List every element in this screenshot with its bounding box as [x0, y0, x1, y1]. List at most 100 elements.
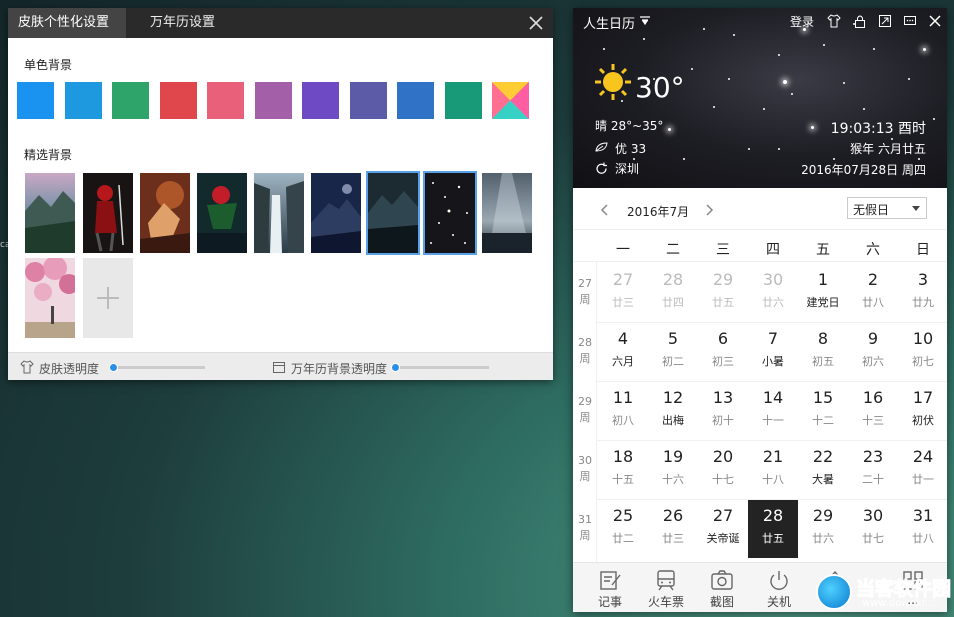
day-cell[interactable]: 7 小暑 — [748, 323, 798, 381]
tab-calendar-settings[interactable]: 万年历设置 — [140, 8, 225, 38]
close-icon[interactable] — [928, 14, 942, 28]
day-number: 8 — [817, 329, 829, 348]
chevron-left-icon[interactable] — [597, 202, 613, 218]
day-cell[interactable]: 26 廿三 — [648, 500, 698, 558]
day-cell[interactable]: 12 出梅 — [648, 382, 698, 440]
day-cell[interactable]: 24 廿一 — [898, 441, 947, 499]
shutdown-button[interactable]: 关机 — [754, 567, 804, 611]
day-cell[interactable]: 1 建党日 — [798, 264, 848, 322]
day-cell[interactable]: 10 初七 — [898, 323, 947, 381]
train-icon — [657, 570, 675, 591]
month-label[interactable]: 2016年7月 — [627, 203, 689, 220]
day-cell[interactable]: 9 初六 — [848, 323, 898, 381]
add-background-button[interactable] — [83, 258, 133, 338]
bg-thumb-waterfall[interactable] — [254, 173, 304, 253]
skin-shirt-icon[interactable] — [827, 14, 841, 28]
day-cell[interactable]: 21 十八 — [748, 441, 798, 499]
bg-thumb-dark-mountain[interactable] — [366, 171, 420, 255]
swatch-multicolor[interactable] — [492, 82, 529, 119]
day-cell[interactable]: 31 廿八 — [898, 500, 947, 558]
day-cell[interactable]: 18 十五 — [598, 441, 648, 499]
power-icon — [770, 571, 788, 590]
calendar-opacity-slider[interactable] — [391, 363, 489, 372]
color-swatch[interactable] — [64, 82, 102, 119]
holiday-select[interactable]: 无假日 — [847, 197, 927, 219]
bg-thumb-ninja[interactable] — [83, 173, 133, 253]
color-swatch[interactable] — [444, 82, 482, 119]
day-cell[interactable]: 30 廿七 — [848, 500, 898, 558]
lock-icon[interactable] — [853, 14, 867, 28]
tab-skin-settings[interactable]: 皮肤个性化设置 — [8, 8, 126, 38]
day-cell[interactable]: 8 初五 — [798, 323, 848, 381]
calendar-opacity-label: 万年历背景透明度 — [291, 362, 388, 376]
bg-thumb-mountain-lake[interactable] — [25, 173, 75, 253]
day-cell[interactable]: 28 廿四 — [648, 264, 698, 322]
day-cell[interactable]: 29 廿六 — [798, 500, 848, 558]
tool-label: 火车票 — [647, 595, 684, 609]
day-cell[interactable]: 4 六月 — [598, 323, 648, 381]
holiday-select-value: 无假日 — [853, 203, 890, 217]
tool-label: 记事 — [597, 595, 622, 609]
day-cell[interactable]: 20 十七 — [698, 441, 748, 499]
day-cell[interactable]: 25 廿二 — [598, 500, 648, 558]
bg-thumb-night-rock[interactable] — [311, 173, 361, 253]
bg-thumb-warrior[interactable] — [140, 173, 190, 253]
bg-thumb-sea-light[interactable] — [482, 173, 532, 253]
lunar-day: 关帝诞 — [706, 532, 740, 545]
skin-opacity-slider[interactable] — [109, 363, 205, 372]
color-swatch[interactable] — [207, 82, 244, 119]
day-cell[interactable]: 17 初伏 — [898, 382, 947, 440]
day-cell[interactable]: 13 初十 — [698, 382, 748, 440]
color-swatch[interactable] — [112, 82, 149, 119]
week-number-value: 31 — [578, 513, 592, 526]
day-cell[interactable]: 6 初三 — [698, 323, 748, 381]
day-number: 26 — [662, 506, 684, 525]
day-cell[interactable]: 30 廿六 — [748, 264, 798, 322]
color-swatch[interactable] — [349, 82, 387, 119]
day-cell[interactable]: 27 关帝诞 — [698, 500, 748, 558]
day-cell[interactable]: 15 十二 — [798, 382, 848, 440]
chat-icon[interactable] — [903, 14, 917, 28]
bg-thumb-superhero[interactable] — [197, 173, 247, 253]
day-cell[interactable]: 27 廿三 — [598, 264, 648, 322]
bg-thumb-cherry-blossom[interactable] — [25, 258, 75, 338]
city-name[interactable]: 深圳 — [615, 160, 639, 177]
day-cell[interactable]: 16 十三 — [848, 382, 898, 440]
menu-dropdown-icon[interactable] — [639, 16, 651, 26]
screenshot-button[interactable]: 截图 — [697, 567, 747, 611]
slider-knob[interactable] — [109, 363, 118, 372]
current-time: 19:03:13 酉时 — [830, 121, 926, 137]
lunar-day: 廿六 — [812, 532, 834, 545]
day-number: 7 — [767, 329, 779, 348]
week-number-unit: 周 — [579, 352, 591, 365]
chevron-right-icon[interactable] — [701, 202, 717, 218]
day-cell[interactable]: 2 廿八 — [848, 264, 898, 322]
bg-thumb-starry-sky[interactable] — [423, 171, 477, 255]
lunar-day: 二十 — [862, 473, 884, 486]
lunar-day: 初三 — [712, 355, 734, 368]
day-cell[interactable]: 14 十一 — [748, 382, 798, 440]
day-cell-today[interactable]: 28 廿五 — [748, 500, 798, 558]
lunar-day: 十三 — [862, 414, 884, 427]
train-ticket-button[interactable]: 火车票 — [641, 567, 691, 611]
color-swatch[interactable] — [254, 82, 292, 119]
day-cell[interactable]: 11 初八 — [598, 382, 648, 440]
login-link[interactable]: 登录 — [790, 13, 814, 30]
color-swatch[interactable] — [302, 82, 339, 119]
resize-icon[interactable] — [878, 14, 892, 28]
color-swatch[interactable] — [159, 82, 197, 119]
close-icon[interactable] — [527, 14, 545, 32]
day-cell[interactable]: 23 二十 — [848, 441, 898, 499]
week-number-unit: 周 — [579, 529, 591, 542]
refresh-icon[interactable] — [595, 162, 608, 175]
slider-knob[interactable] — [391, 363, 400, 372]
lunar-day: 初伏 — [912, 414, 934, 427]
day-cell[interactable]: 29 廿五 — [698, 264, 748, 322]
day-cell[interactable]: 3 廿九 — [898, 264, 947, 322]
notes-button[interactable]: 记事 — [585, 567, 635, 611]
day-cell[interactable]: 19 十六 — [648, 441, 698, 499]
day-cell[interactable]: 22 大暑 — [798, 441, 848, 499]
day-cell[interactable]: 5 初二 — [648, 323, 698, 381]
color-swatch[interactable] — [17, 82, 54, 119]
color-swatch[interactable] — [397, 82, 434, 119]
